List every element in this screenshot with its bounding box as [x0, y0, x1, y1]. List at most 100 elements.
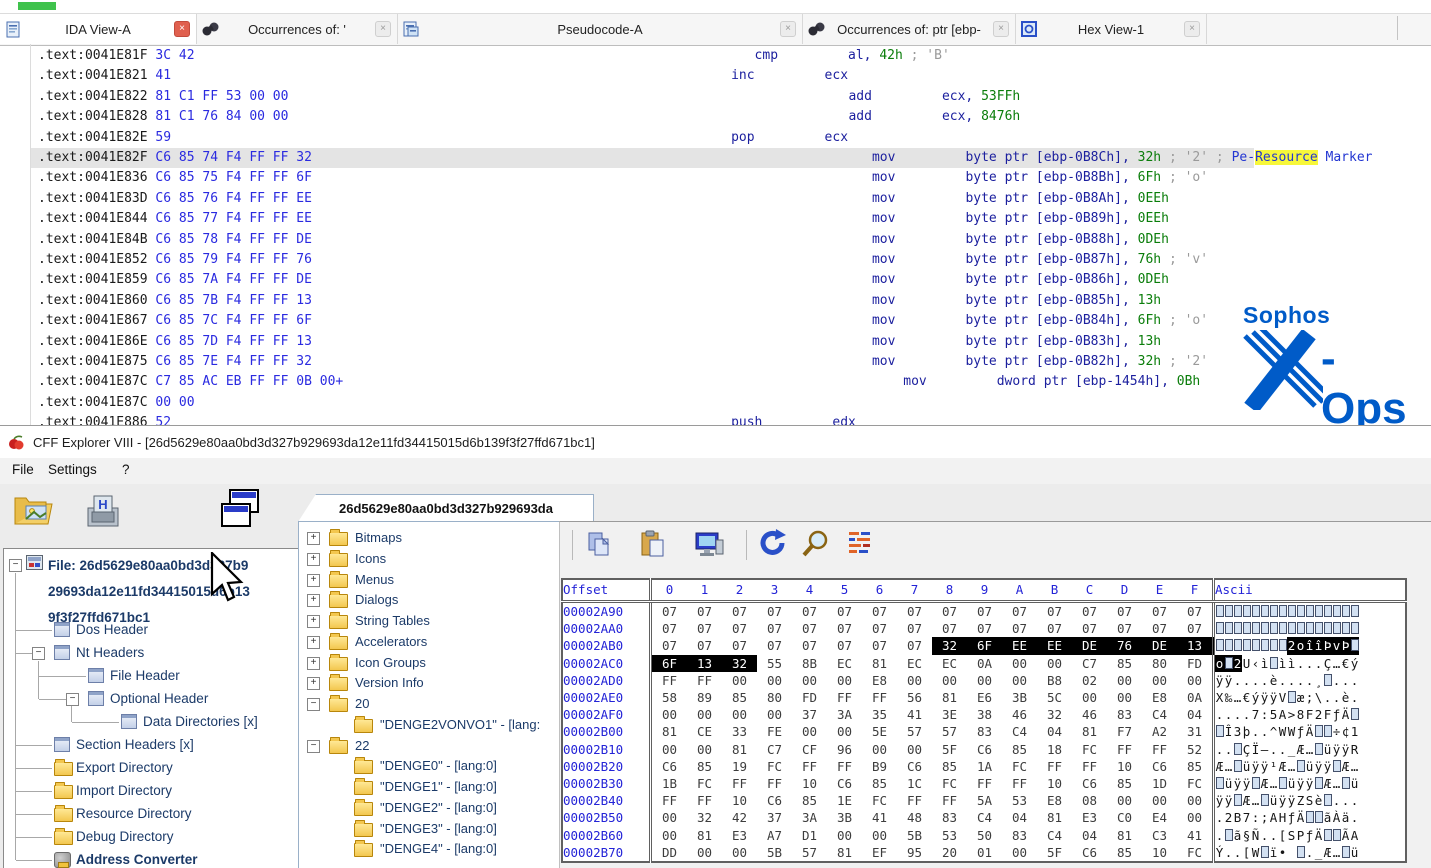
expander-minus[interactable]: −: [9, 559, 22, 572]
byte-cell[interactable]: 80: [757, 689, 792, 706]
byte-cell[interactable]: 07: [1002, 602, 1037, 621]
byte-cell[interactable]: 07: [862, 620, 897, 637]
byte-cell[interactable]: 85: [862, 775, 897, 792]
hex-row[interactable]: 00002AC06F1332558BEC81ECEC0A0000C78580FD…: [562, 655, 1406, 672]
byte-cell[interactable]: FC: [1177, 775, 1214, 792]
byte-cell[interactable]: 00: [827, 827, 862, 844]
byte-cell[interactable]: 00: [862, 741, 897, 758]
byte-cell[interactable]: 81: [1037, 809, 1072, 826]
expander-minus[interactable]: −: [66, 693, 79, 706]
byte-cell[interactable]: DE: [1142, 637, 1177, 654]
byte-cell[interactable]: FC: [932, 775, 967, 792]
monitor-icon[interactable]: [694, 530, 724, 563]
hex-row[interactable]: 00002AB00707070707070707326FEEEEDE76DE13…: [562, 637, 1406, 654]
byte-cell[interactable]: 5F: [932, 741, 967, 758]
disasm-row[interactable]: .text:0041E828 81 C1 76 84 00 00addecx, …: [0, 107, 1431, 127]
byte-cell[interactable]: 00: [722, 706, 757, 723]
expander-plus[interactable]: +: [307, 657, 320, 670]
disasm-row[interactable]: .text:0041E860 C6 85 7B F4 FF FF 13movby…: [0, 291, 1431, 311]
byte-cell[interactable]: 07: [687, 602, 722, 621]
open-file-icon[interactable]: [12, 490, 58, 535]
byte-cell[interactable]: EC: [897, 655, 932, 672]
tree-item-dos-header[interactable]: Dos Header: [76, 620, 148, 640]
byte-cell[interactable]: 50: [967, 827, 1002, 844]
byte-cell[interactable]: C6: [1072, 775, 1107, 792]
hex-row[interactable]: 00002B40FFFF10C6851EFCFFFF5A53E808000000…: [562, 792, 1406, 809]
byte-cell[interactable]: 00: [827, 672, 862, 689]
byte-cell[interactable]: 56: [897, 689, 932, 706]
byte-cell[interactable]: DE: [1072, 637, 1107, 654]
byte-cell[interactable]: 08: [1072, 792, 1107, 809]
byte-cell[interactable]: B8: [1037, 672, 1072, 689]
expander-plus[interactable]: +: [307, 532, 320, 545]
byte-cell[interactable]: 02: [1072, 672, 1107, 689]
byte-cell[interactable]: FF: [827, 689, 862, 706]
byte-cell[interactable]: 96: [827, 741, 862, 758]
byte-cell[interactable]: 80: [1142, 655, 1177, 672]
byte-cell[interactable]: 81: [862, 655, 897, 672]
disasm-row[interactable]: .text:0041E83D C6 85 76 F4 FF FF EEmovby…: [0, 189, 1431, 209]
byte-cell[interactable]: 1E: [827, 792, 862, 809]
byte-cell[interactable]: 57: [792, 844, 827, 862]
byte-cell[interactable]: 32: [932, 637, 967, 654]
cff-file-tree[interactable]: −File: 26d5629e80aa0bd3d327b929693da12e1…: [3, 548, 299, 868]
tab-occurrences-of-[interactable]: Occurrences of: '×: [197, 14, 398, 44]
byte-cell[interactable]: 81: [1107, 827, 1142, 844]
menu-item-settings[interactable]: Settings: [48, 462, 97, 477]
byte-cell[interactable]: E3: [722, 827, 757, 844]
byte-cell[interactable]: FC: [1072, 741, 1107, 758]
byte-cell[interactable]: 00: [1107, 792, 1142, 809]
byte-cell[interactable]: 07: [932, 620, 967, 637]
byte-cell[interactable]: FF: [967, 775, 1002, 792]
byte-cell[interactable]: 00: [1037, 655, 1072, 672]
byte-cell[interactable]: FD: [1177, 655, 1214, 672]
byte-cell[interactable]: 07: [1177, 620, 1214, 637]
hex-row[interactable]: 00002A9007070707070707070707070707070707: [562, 602, 1406, 621]
byte-cell[interactable]: 07: [967, 620, 1002, 637]
disasm-row[interactable]: .text:0041E82F C6 85 74 F4 FF FF 32movby…: [0, 148, 1431, 168]
byte-cell[interactable]: 00: [897, 672, 932, 689]
byte-cell[interactable]: 00: [1107, 689, 1142, 706]
byte-cell[interactable]: 1C: [897, 775, 932, 792]
ascii-cell[interactable]: .ã§Ñ..[SPƒÄÃA: [1214, 827, 1407, 844]
paste-icon[interactable]: [640, 530, 666, 563]
byte-cell[interactable]: 07: [757, 620, 792, 637]
byte-cell[interactable]: 85: [792, 792, 827, 809]
byte-cell[interactable]: E3: [1072, 809, 1107, 826]
byte-cell[interactable]: 85: [722, 689, 757, 706]
disasm-row[interactable]: .text:0041E81F 3C 42cmpal, 42h ; 'B': [0, 46, 1431, 66]
byte-cell[interactable]: 00: [722, 844, 757, 862]
byte-cell[interactable]: FF: [687, 672, 722, 689]
byte-cell[interactable]: 07: [651, 602, 688, 621]
byte-cell[interactable]: FF: [687, 792, 722, 809]
byte-cell[interactable]: 10: [1107, 758, 1142, 775]
byte-cell[interactable]: 19: [722, 758, 757, 775]
resource-item[interactable]: "DENGE3" - [lang:0]: [380, 819, 497, 839]
close-icon[interactable]: ×: [174, 21, 190, 37]
byte-cell[interactable]: FF: [1142, 741, 1177, 758]
hex-row[interactable]: 00002B10000081C7CF9600005FC68518FCFFFF52…: [562, 741, 1406, 758]
resource-item[interactable]: Menus: [355, 570, 394, 590]
byte-cell[interactable]: 07: [792, 637, 827, 654]
ascii-cell[interactable]: ÿÿÆ…üÿÿZSè...: [1214, 792, 1407, 809]
byte-cell[interactable]: 85: [1177, 758, 1214, 775]
byte-cell[interactable]: FC: [687, 775, 722, 792]
menu-item-?[interactable]: ?: [122, 462, 130, 477]
resource-item[interactable]: "DENGE2VONVO1" - [lang:: [380, 715, 540, 735]
byte-cell[interactable]: 07: [827, 620, 862, 637]
cascade-windows-icon[interactable]: [218, 486, 262, 539]
byte-cell[interactable]: C4: [1142, 706, 1177, 723]
disasm-row[interactable]: .text:0041E867 C6 85 7C F4 FF FF 6Fmovby…: [0, 311, 1431, 331]
byte-cell[interactable]: CE: [687, 723, 722, 740]
byte-cell[interactable]: FC: [862, 792, 897, 809]
hex-dump-table[interactable]: Offset0123456789ABCDEFAscii00002A9007070…: [561, 578, 1407, 863]
byte-cell[interactable]: 5A: [967, 792, 1002, 809]
byte-cell[interactable]: 13: [1177, 637, 1214, 654]
byte-cell[interactable]: 07: [651, 620, 688, 637]
byte-cell[interactable]: FF: [827, 758, 862, 775]
disasm-row[interactable]: .text:0041E87C 00 00: [0, 393, 1431, 413]
byte-cell[interactable]: 6F: [967, 637, 1002, 654]
byte-cell[interactable]: CF: [792, 741, 827, 758]
expander-plus[interactable]: +: [307, 574, 320, 587]
tree-item-import-directory[interactable]: Import Directory: [76, 781, 172, 801]
